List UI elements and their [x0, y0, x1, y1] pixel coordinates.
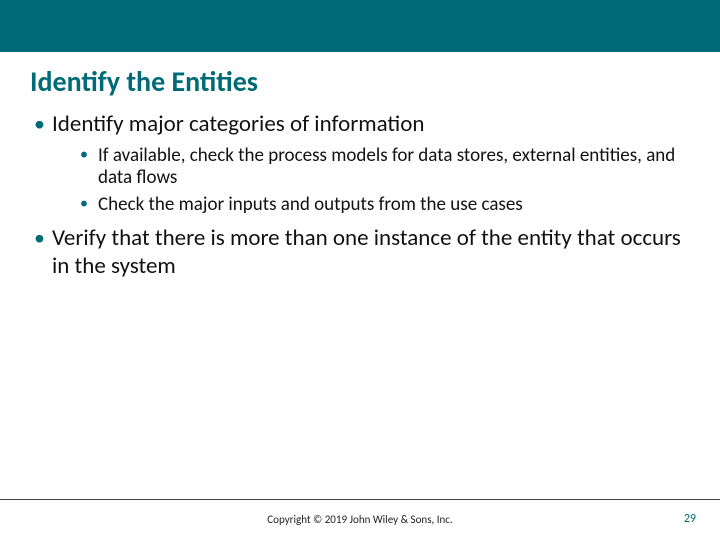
copyright-text: Copyright © 2019 John Wiley & Sons, Inc. [0, 513, 720, 526]
slide-content: Identify major categories of information… [0, 105, 720, 280]
bullet-list: Identify major categories of information… [30, 111, 690, 280]
bullet-item: Verify that there is more than one insta… [30, 225, 690, 280]
bullet-item: Identify major categories of information… [30, 111, 690, 217]
slide: Identify the Entities Identify major cat… [0, 0, 720, 540]
sub-bullet-text: If available, check the process models f… [98, 144, 675, 190]
sub-bullet-item: If available, check the process models f… [80, 145, 690, 191]
footer-divider [0, 499, 720, 500]
header-bar [0, 0, 720, 52]
sub-bullet-item: Check the major inputs and outputs from … [80, 194, 690, 217]
bullet-text: Verify that there is more than one insta… [52, 224, 681, 280]
slide-title: Identify the Entities [0, 52, 720, 105]
bullet-text: Identify major categories of information [52, 110, 424, 138]
page-number: 29 [684, 512, 696, 526]
sub-bullet-text: Check the major inputs and outputs from … [98, 193, 523, 216]
sub-bullet-list: If available, check the process models f… [52, 145, 690, 217]
